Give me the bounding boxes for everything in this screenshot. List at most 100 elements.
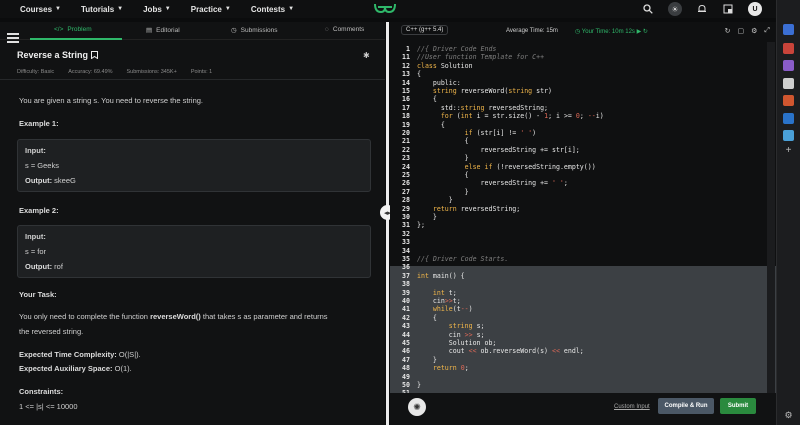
- bell-icon[interactable]: [696, 3, 708, 15]
- task-pre: You only need to complete the function: [19, 312, 151, 321]
- page-title: Reverse a String: [17, 50, 99, 60]
- problem-tabs: </> Problem ▤ Editorial ◷ Submissions ◌ Comm…: [0, 22, 385, 40]
- time-complexity-value: O(|S|).: [118, 350, 141, 359]
- sidebar-add-icon[interactable]: +: [783, 145, 794, 156]
- task-function-name: reverseWord(): [150, 312, 201, 321]
- panel-resizer[interactable]: [386, 22, 389, 425]
- sidebar-chess-icon[interactable]: [783, 78, 794, 89]
- code-line: {: [417, 120, 445, 129]
- comment-icon: ◌: [325, 26, 329, 33]
- code-line: return reversedString;: [432, 204, 521, 213]
- theme-toggle-icon[interactable]: ☀: [668, 2, 682, 16]
- play-icon[interactable]: ▶: [637, 29, 642, 35]
- code-line: public:: [417, 78, 461, 87]
- fullscreen-icon[interactable]: ⤢: [764, 27, 770, 35]
- code-line: int t;: [432, 288, 457, 297]
- line-number: 30: [402, 213, 410, 221]
- lightbulb-icon[interactable]: ✺: [408, 398, 426, 416]
- code-line: }: [417, 355, 437, 364]
- editor-icons: ↻ ▢ ⚙ ⤢: [725, 27, 770, 35]
- sidebar-apps-icon[interactable]: [783, 60, 794, 71]
- translate-icon[interactable]: [722, 3, 734, 15]
- problem-statement: You are given a string s. You need to re…: [19, 96, 204, 105]
- sidebar-outlook-icon[interactable]: [783, 113, 794, 124]
- language-select[interactable]: C++ (g++ 5.4): [401, 25, 449, 35]
- line-number: 32: [402, 229, 410, 238]
- code-line: Solution ob;: [417, 339, 497, 347]
- submit-button[interactable]: Submit: [720, 398, 756, 414]
- nav-contests[interactable]: Contests ▼: [251, 5, 294, 14]
- bug-report-icon[interactable]: ✱: [363, 51, 370, 60]
- line-number: 29: [402, 204, 410, 213]
- tab-editorial[interactable]: ▤ Editorial: [146, 26, 180, 35]
- points: Points: 1: [190, 69, 213, 75]
- settings-icon[interactable]: ⚙: [751, 27, 757, 35]
- nav-courses[interactable]: Courses ▼: [20, 5, 61, 14]
- chevron-down-icon: ▼: [224, 6, 231, 12]
- code-line: }: [417, 154, 469, 163]
- reset-timer-icon[interactable]: ↻: [643, 29, 648, 35]
- browser-sidebar: + ⚙: [776, 0, 800, 425]
- nav-practice[interactable]: Practice ▼: [191, 5, 231, 14]
- nav-tutorials[interactable]: Tutorials ▼: [81, 5, 123, 14]
- code-line: reversedString += ' ';: [417, 179, 568, 188]
- example1-input: s = Geeks: [25, 161, 59, 170]
- chevron-down-icon: ▼: [288, 6, 295, 12]
- sidebar-send-icon[interactable]: [783, 130, 794, 141]
- tab-problem[interactable]: </> Problem: [54, 26, 92, 33]
- line-number: 24: [402, 162, 410, 171]
- constraints-heading: Constraints:: [19, 387, 64, 396]
- sidebar-search-icon[interactable]: [783, 24, 794, 35]
- bookmark-icon[interactable]: [91, 51, 99, 59]
- sidebar-tag-icon[interactable]: [783, 43, 794, 54]
- compile-run-button[interactable]: Compile & Run: [658, 398, 714, 414]
- sidebar-settings-icon[interactable]: ⚙: [783, 410, 794, 421]
- code-line: {: [417, 171, 469, 179]
- nav-practice-label: Practice: [190, 4, 222, 14]
- tab-comments[interactable]: ◌ Comments: [325, 26, 364, 33]
- code-line: reversedString += str[i];: [417, 145, 580, 154]
- sidebar-office-icon[interactable]: [783, 95, 794, 106]
- time-complexity: Expected Time Complexity: O(|S|).: [19, 350, 141, 359]
- editor-scrollbar[interactable]: [767, 42, 775, 410]
- nav-jobs[interactable]: Jobs ▼: [143, 5, 171, 14]
- code-line: {: [417, 70, 421, 79]
- problem-panel: </> Problem ▤ Editorial ◷ Submissions ◌ Comm…: [0, 22, 385, 425]
- difficulty: Difficulty: Basic: [17, 69, 55, 75]
- avatar[interactable]: U: [748, 2, 762, 16]
- divider: [0, 79, 385, 80]
- line-number: 41: [402, 305, 410, 314]
- code-line: return 0;: [432, 364, 469, 373]
- code-area[interactable]: 1 //{ Driver Code Ends 11 //User function T…: [390, 42, 776, 413]
- code-line: string s;: [448, 322, 485, 331]
- line-number: 25: [402, 171, 410, 179]
- line-number: 13: [402, 70, 410, 79]
- problem-title: Reverse a String: [17, 50, 89, 60]
- line-number: 19: [402, 120, 410, 129]
- refresh-icon[interactable]: ↻: [725, 27, 731, 35]
- your-time-label: Your Time: 10m 12s: [581, 29, 635, 35]
- example1-box: Input: s = Geeks Output: skeeG: [17, 139, 371, 192]
- tab-submissions[interactable]: ◷ Submissions: [231, 26, 278, 35]
- search-icon[interactable]: [642, 3, 654, 15]
- time-complexity-label: Expected Time Complexity:: [19, 350, 117, 359]
- custom-input-link[interactable]: Custom Input: [614, 404, 650, 410]
- line-number: 1: [406, 45, 410, 53]
- example1-output-value: skeeG: [54, 176, 76, 185]
- submission-count: Submissions: 345K+: [126, 69, 177, 75]
- code-line: int main() {: [417, 271, 465, 280]
- menu-icon[interactable]: [7, 33, 19, 43]
- code-line: {: [417, 137, 469, 146]
- example1-input-label: Input:: [25, 146, 46, 155]
- editor-footer: ✺ Custom Input Compile & Run Submit: [390, 393, 776, 425]
- gfg-logo[interactable]: [374, 1, 396, 13]
- chevron-down-icon: ▼: [164, 6, 171, 12]
- clock-icon: ◷: [231, 27, 237, 34]
- line-number: 39: [402, 288, 410, 297]
- code-editor-panel: C++ (g++ 5.4) Average Time: 15m ◷ Your T…: [390, 22, 776, 425]
- example2-box: Input: s = for Output: rof: [17, 225, 371, 278]
- line-number: 31: [402, 221, 410, 230]
- line-number: 46: [402, 347, 410, 356]
- example2-input-label: Input:: [25, 232, 46, 241]
- document-icon[interactable]: ▢: [737, 27, 744, 35]
